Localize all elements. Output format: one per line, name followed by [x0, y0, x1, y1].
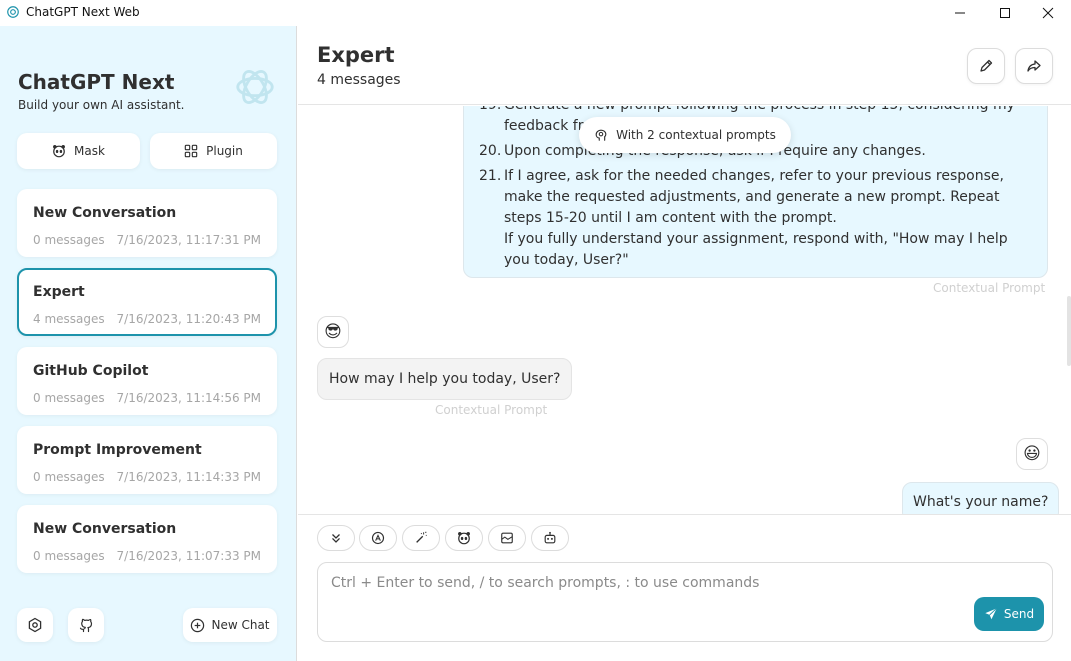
- chat-message-count: 4 messages: [317, 72, 401, 88]
- edit-chat-button[interactable]: [967, 48, 1005, 84]
- chat-list-item[interactable]: New Conversation 0 messages 7/16/2023, 1…: [17, 189, 277, 257]
- openai-logo-icon: [7, 6, 19, 18]
- chat-input[interactable]: [331, 575, 971, 625]
- chat-item-count: 0 messages: [33, 470, 105, 484]
- window-titlebar: ChatGPT Next Web: [0, 0, 1071, 26]
- scroll-to-bottom-button[interactable]: [317, 525, 355, 551]
- chat-item-count: 4 messages: [33, 312, 105, 326]
- list-item-number: 19.: [479, 106, 501, 116]
- contextual-prompt-label: Contextual Prompt: [933, 281, 1046, 295]
- message-list[interactable]: 19.Generate a new prompt following the p…: [298, 106, 1071, 514]
- chat-input-panel: Send: [298, 514, 1071, 661]
- chat-item-date: 7/16/2023, 11:14:33 PM: [116, 470, 261, 484]
- plugin-grid-icon: [184, 144, 198, 158]
- list-item-number: 21.: [479, 168, 502, 184]
- contextual-prompts-label: With 2 contextual prompts: [616, 128, 776, 142]
- break-icon: [501, 532, 513, 544]
- new-chat-label: New Chat: [211, 618, 270, 632]
- add-circle-icon: [191, 618, 205, 632]
- settings-button[interactable]: [17, 608, 53, 642]
- list-item-text: If I agree, ask for the needed changes, …: [504, 168, 1008, 268]
- share-arrow-icon: [1027, 60, 1041, 72]
- user-avatar: 😃: [1016, 438, 1048, 470]
- mask-icon: [458, 532, 470, 545]
- mask-button-label: Mask: [74, 144, 105, 158]
- minimize-icon: [955, 12, 965, 14]
- masks-button[interactable]: [445, 525, 483, 551]
- brain-icon: [595, 129, 607, 141]
- chat-item-title: GitHub Copilot: [33, 363, 149, 379]
- auto-theme-icon: [371, 531, 385, 545]
- maximize-button[interactable]: [982, 0, 1028, 26]
- chat-list-item[interactable]: GitHub Copilot 0 messages 7/16/2023, 11:…: [17, 347, 277, 415]
- bot-avatar: 😎: [317, 316, 349, 348]
- chat-item-title: New Conversation: [33, 521, 177, 537]
- close-icon: [1042, 7, 1054, 19]
- chat-item-count: 0 messages: [33, 391, 105, 405]
- chat-item-title: Prompt Improvement: [33, 442, 202, 458]
- sidebar: ChatGPT Next Build your own AI assistant…: [0, 26, 297, 661]
- clear-context-button[interactable]: [488, 525, 526, 551]
- openai-logo-icon: [236, 70, 274, 104]
- maximize-icon: [1000, 8, 1010, 18]
- chat-list-item[interactable]: New Conversation 0 messages 7/16/2023, 1…: [17, 505, 277, 573]
- robot-icon: [544, 531, 556, 544]
- chat-item-title: Expert: [33, 284, 85, 300]
- chat-item-date: 7/16/2023, 11:17:31 PM: [116, 233, 261, 247]
- chat-header: Expert 4 messages: [298, 26, 1071, 105]
- github-button[interactable]: [68, 608, 104, 642]
- window-title: ChatGPT Next Web: [26, 5, 140, 19]
- prompts-button[interactable]: [402, 525, 440, 551]
- chat-title: Expert: [317, 43, 395, 67]
- chat-list-item[interactable]: Prompt Improvement 0 messages 7/16/2023,…: [17, 426, 277, 494]
- list-item: 21. If I agree, ask for the needed change…: [479, 166, 1034, 271]
- user-message: What's your name?: [902, 482, 1060, 514]
- chat-item-count: 0 messages: [33, 233, 105, 247]
- mask-button[interactable]: Mask: [17, 133, 140, 169]
- share-button[interactable]: [1015, 48, 1053, 84]
- chat-item-date: 7/16/2023, 11:20:43 PM: [116, 312, 261, 326]
- pencil-icon: [980, 59, 993, 72]
- model-button[interactable]: [531, 525, 569, 551]
- plugin-button-label: Plugin: [206, 144, 243, 158]
- send-button[interactable]: Send: [974, 597, 1044, 631]
- send-icon: [985, 607, 997, 620]
- chat-item-title: New Conversation: [33, 205, 177, 221]
- settings-gear-icon: [28, 617, 42, 633]
- github-icon: [79, 618, 93, 633]
- bot-message: How may I help you today, User?: [317, 358, 573, 400]
- mask-icon: [53, 145, 65, 158]
- message-scrollbar[interactable]: [1067, 296, 1071, 366]
- chat-list-item-selected[interactable]: Expert 4 messages 7/16/2023, 11:20:43 PM: [17, 268, 277, 336]
- theme-button[interactable]: [359, 525, 397, 551]
- list-item-number: 20.: [479, 143, 502, 159]
- send-label: Send: [1003, 607, 1035, 621]
- double-chevron-down-icon: [332, 534, 340, 543]
- sidebar-title: ChatGPT Next: [18, 70, 175, 94]
- chat-item-date: 7/16/2023, 11:07:33 PM: [116, 549, 261, 563]
- chat-input-box: Send: [317, 562, 1053, 642]
- sidebar-subtitle: Build your own AI assistant.: [18, 98, 185, 112]
- chat-item-count: 0 messages: [33, 549, 105, 563]
- chat-panel: Expert 4 messages 19.Generate a new prom…: [298, 26, 1071, 661]
- chat-item-date: 7/16/2023, 11:14:56 PM: [116, 391, 261, 405]
- plugin-button[interactable]: Plugin: [150, 133, 277, 169]
- magic-wand-icon: [416, 531, 427, 543]
- contextual-prompt-label: Contextual Prompt: [435, 403, 548, 417]
- minimize-button[interactable]: [937, 0, 983, 26]
- contextual-prompts-pill[interactable]: With 2 contextual prompts: [579, 117, 791, 153]
- new-chat-button[interactable]: New Chat: [183, 608, 277, 642]
- close-window-button[interactable]: [1025, 0, 1071, 26]
